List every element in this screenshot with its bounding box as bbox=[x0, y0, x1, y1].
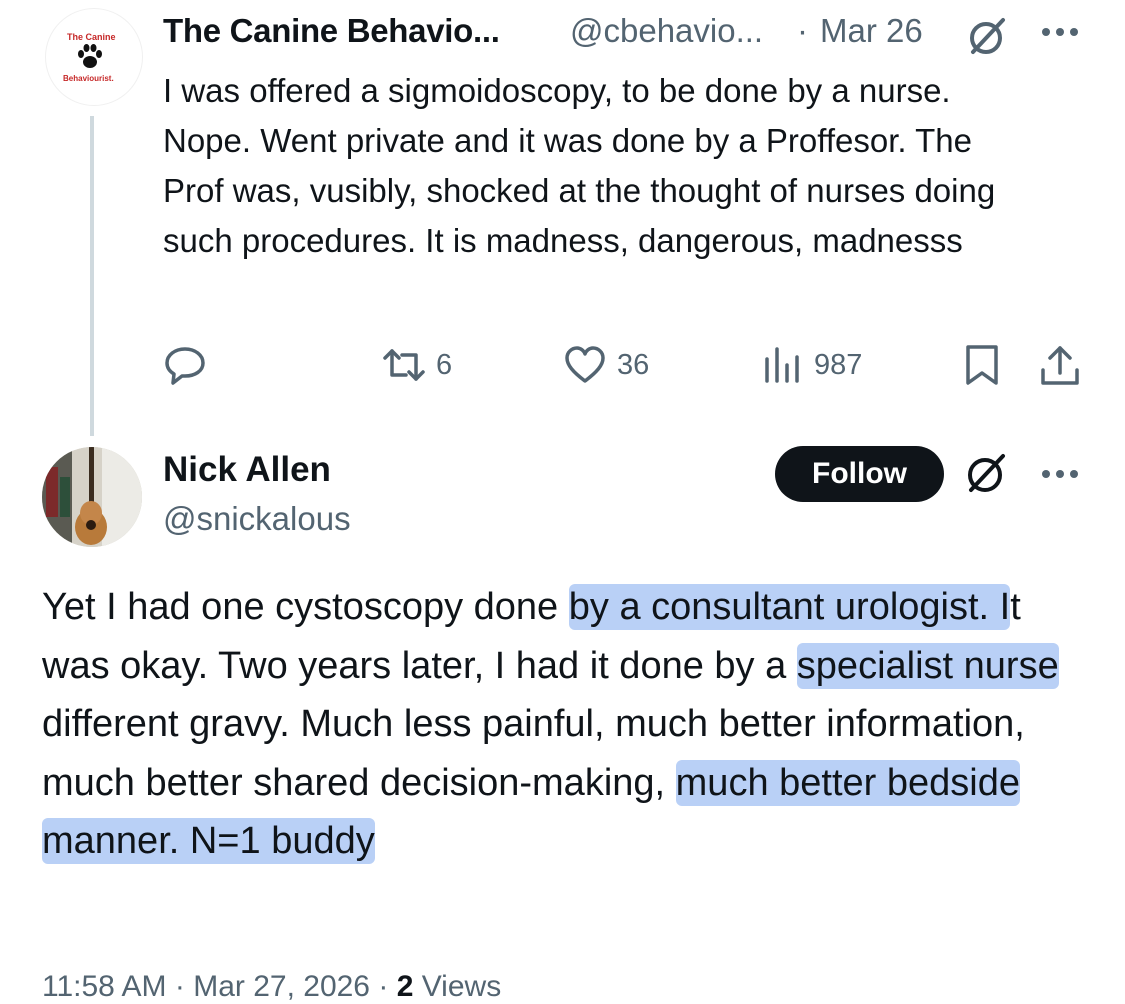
views-count: 2 bbox=[396, 970, 414, 1003]
bookmark-button[interactable] bbox=[962, 343, 1002, 387]
text-segment: Yet I had one cystoscopy done bbox=[42, 586, 569, 628]
avatar-photo bbox=[42, 447, 142, 547]
views-icon bbox=[765, 347, 799, 383]
highlighted-text: by a consultant urologist. I bbox=[568, 584, 1011, 630]
views-count: 987 bbox=[814, 348, 863, 381]
separator-dot: · bbox=[174, 970, 185, 1003]
avatar-canine-behaviourist[interactable]: The Canine Behaviourist. bbox=[45, 8, 143, 106]
more-icon[interactable] bbox=[1040, 24, 1080, 40]
thread-connector-line bbox=[90, 116, 94, 436]
views-button[interactable]: 987 bbox=[760, 343, 862, 387]
follow-button[interactable]: Follow bbox=[775, 446, 944, 502]
highlighted-text: much better bedside bbox=[675, 759, 1020, 806]
tweet-date[interactable]: Mar 26 bbox=[820, 12, 923, 50]
display-name[interactable]: Nick Allen bbox=[163, 450, 331, 490]
more-icon[interactable] bbox=[1040, 466, 1080, 482]
share-button[interactable] bbox=[1038, 343, 1082, 387]
tweet-timestamp[interactable]: 11:58 AM · Mar 27, 2026 · 2 Views bbox=[42, 970, 501, 1004]
repost-count: 6 bbox=[436, 348, 453, 381]
separator-dot: · bbox=[797, 12, 808, 49]
user-handle[interactable]: @cbehavio... bbox=[570, 12, 763, 50]
separator-dot: · bbox=[378, 970, 389, 1003]
tweet-text: Yet I had one cystoscopy done by a consu… bbox=[42, 578, 1062, 871]
tweet-time: 11:58 AM bbox=[42, 970, 167, 1003]
repost-button[interactable]: 6 bbox=[382, 343, 452, 387]
tweet-text: I was offered a sigmoidoscopy, to be don… bbox=[163, 72, 996, 259]
avatar-logo-text-bottom: Behaviourist. bbox=[63, 74, 114, 83]
grok-icon[interactable] bbox=[963, 450, 1009, 496]
user-handle[interactable]: @snickalous bbox=[163, 500, 351, 538]
bookmark-icon bbox=[966, 345, 998, 385]
share-icon bbox=[1041, 346, 1079, 385]
repost-icon bbox=[383, 349, 425, 381]
avatar-logo-text-top: The Canine bbox=[67, 32, 116, 42]
like-count: 36 bbox=[617, 348, 650, 381]
like-button[interactable]: 36 bbox=[563, 343, 649, 387]
reply-icon bbox=[165, 347, 205, 385]
like-icon bbox=[565, 346, 605, 383]
views-label: Views bbox=[421, 970, 502, 1003]
paw-icon bbox=[78, 44, 102, 68]
display-name[interactable]: The Canine Behavio... bbox=[163, 12, 500, 50]
highlighted-text: specialist nurse bbox=[796, 642, 1059, 689]
highlighted-text: manner. N=1 buddy bbox=[42, 818, 375, 864]
grok-icon[interactable] bbox=[965, 14, 1009, 58]
tweet-date: Mar 27, 2026 bbox=[193, 970, 370, 1003]
avatar-nick-allen[interactable] bbox=[42, 447, 142, 547]
reply-button[interactable] bbox=[163, 343, 207, 387]
